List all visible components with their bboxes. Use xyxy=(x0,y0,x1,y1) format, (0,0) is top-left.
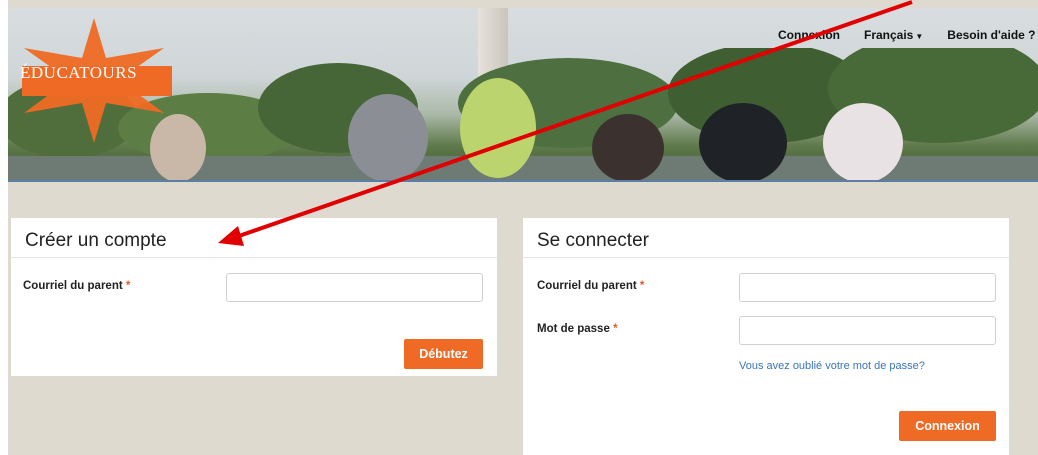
login-panel: Se connecter Courriel du parent * Mot de… xyxy=(523,218,1009,455)
login-email-label-text: Courriel du parent xyxy=(537,280,637,292)
create-email-label: Courriel du parent * xyxy=(23,280,130,292)
language-label: Français xyxy=(864,28,914,42)
password-label-text: Mot de passe xyxy=(537,323,610,335)
debutez-button[interactable]: Débutez xyxy=(404,339,483,369)
password-input[interactable] xyxy=(739,316,996,345)
create-account-panel: Créer un compte Courriel du parent * Déb… xyxy=(11,218,497,376)
password-label: Mot de passe * xyxy=(537,323,618,335)
required-marker: * xyxy=(639,280,645,292)
connexion-button[interactable]: Connexion xyxy=(899,411,996,441)
required-marker: * xyxy=(125,280,131,292)
header-divider xyxy=(8,180,1038,182)
create-email-input[interactable] xyxy=(226,273,483,302)
login-email-input[interactable] xyxy=(739,273,996,302)
nav-login-link[interactable]: Connexion xyxy=(778,28,840,42)
forgot-password-link[interactable]: Vous avez oublié votre mot de passe? xyxy=(739,360,925,372)
page: ÉDUCATOURS Connexion Français ▼ Besoin d'… xyxy=(8,0,1038,455)
educatours-logo[interactable] xyxy=(14,18,174,148)
create-email-label-text: Courriel du parent xyxy=(23,280,123,292)
login-title: Se connecter xyxy=(523,218,1009,258)
required-marker: * xyxy=(613,323,618,335)
login-email-label: Courriel du parent * xyxy=(537,280,644,292)
nav-help-link[interactable]: Besoin d'aide ? xyxy=(947,28,1035,42)
create-account-title: Créer un compte xyxy=(11,218,497,258)
nav-language-dropdown[interactable]: Français ▼ xyxy=(864,28,923,42)
logo-text: ÉDUCATOURS xyxy=(20,63,138,82)
top-nav: Connexion Français ▼ Besoin d'aide ? xyxy=(778,28,1035,42)
caret-down-icon: ▼ xyxy=(915,32,924,41)
header-banner-image: ÉDUCATOURS Connexion Français ▼ Besoin d'… xyxy=(8,8,1038,180)
